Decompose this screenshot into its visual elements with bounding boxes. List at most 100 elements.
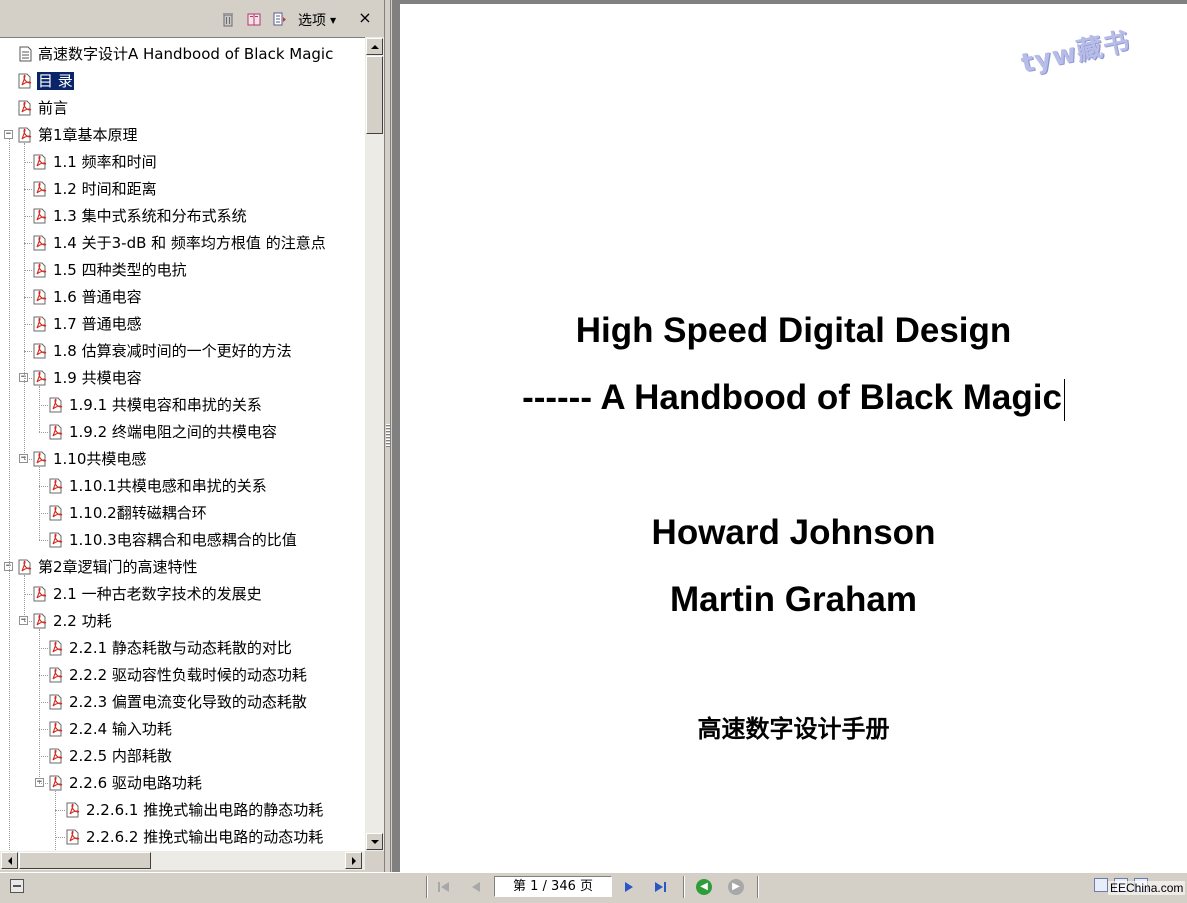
bookmark-item[interactable]: 2.2 功耗 [33, 609, 113, 633]
tree-connector-line [39, 702, 48, 703]
tree-connector-line [24, 189, 32, 190]
tree-connector-line [55, 810, 65, 811]
bookmark-item[interactable]: 第2章逻辑门的高速特性 [18, 555, 199, 579]
bookmark-label: 1.2 时间和距离 [53, 180, 157, 198]
bookmark-item[interactable]: 1.9.2 终端电阻之间的共模电容 [49, 420, 278, 444]
bookmark-label: 1.6 普通电容 [53, 288, 142, 306]
bookmark-item[interactable]: 1.2 时间和距离 [33, 177, 158, 201]
document-icon [19, 46, 32, 62]
bookmark-item[interactable]: 2.2.6.1 推挽式输出电路的静态功耗 [66, 798, 324, 822]
pdf-page[interactable]: tyw藏书 High Speed Digital Design ------ A… [400, 4, 1187, 872]
bookmark-item[interactable]: 2.1 一种古老数字技术的发展史 [33, 582, 263, 606]
bookmark-label: 2.2.3 偏置电流变化导致的动态耗散 [69, 693, 307, 711]
last-page-icon[interactable] [650, 878, 670, 896]
bookmark-item[interactable]: 2.2.6.2 推挽式输出电路的动态功耗 [66, 825, 324, 849]
bookmark-item[interactable]: 目 录 [18, 69, 74, 93]
page-number-field[interactable]: 第 1 / 346 页 [494, 876, 612, 897]
options-label: 选项 [298, 13, 326, 29]
status-bar: 第 1 / 346 页 ◀ ▶ EEChina.com [0, 872, 1187, 903]
bookmark-label: 1.7 普通电感 [53, 315, 142, 333]
options-menu-button[interactable]: 选项 ▼ [298, 10, 336, 30]
pdf-bookmark-icon [49, 424, 63, 440]
bookmark-label: 第2章逻辑门的高速特性 [38, 558, 198, 576]
pdf-bookmark-icon [33, 154, 47, 170]
tree-connector-line [24, 216, 32, 217]
expand-bookmark-icon[interactable] [273, 12, 287, 27]
single-page-icon[interactable] [1094, 878, 1108, 892]
tree-connector-line [24, 621, 32, 622]
scroll-left-button[interactable] [1, 852, 18, 869]
bookmark-item[interactable]: 2.2.5 内部耗散 [49, 744, 173, 768]
bookmark-label: 1.8 估算衰减时间的一个更好的方法 [53, 342, 292, 360]
back-arrow-icon[interactable]: ◀ [696, 879, 712, 895]
site-watermark: EEChina.com [1108, 881, 1186, 895]
document-view[interactable]: tyw藏书 High Speed Digital Design ------ A… [392, 0, 1187, 872]
pdf-bookmark-icon [49, 532, 63, 548]
bookmarks-panel: 选项 ▼ × 高速数字设计A Handbood of Black Magic 目 … [0, 0, 385, 872]
scroll-right-button[interactable] [345, 852, 362, 869]
bookmark-item[interactable]: 1.10.2翻转磁耦合环 [49, 501, 208, 525]
pdf-bookmark-icon [33, 451, 47, 467]
panel-splitter[interactable] [385, 0, 391, 872]
bookmark-item[interactable]: 前言 [18, 96, 69, 120]
bookmark-label: 2.2.6 驱动电路功耗 [69, 774, 202, 792]
bookmark-label: 第1章基本原理 [38, 126, 138, 144]
bookmark-item[interactable]: 1.8 估算衰减时间的一个更好的方法 [33, 339, 293, 363]
tree-connector-line [24, 143, 25, 459]
bookmark-label: 1.1 频率和时间 [53, 153, 157, 171]
next-page-icon[interactable] [619, 878, 639, 896]
forward-arrow-icon[interactable]: ▶ [728, 879, 744, 895]
bookmark-item[interactable]: 第1章基本原理 [18, 123, 139, 147]
pdf-bookmark-icon [66, 802, 80, 818]
bookmark-item[interactable]: 1.4 关于3-dB 和 频率均方根值 的注意点 [33, 231, 327, 255]
tree-connector-line [24, 162, 32, 163]
first-page-icon[interactable] [434, 878, 454, 896]
document-subtitle: ------ A Handbood of Black Magic [400, 378, 1187, 421]
bookmark-item[interactable]: 2.2.2 驱动容性负载时候的动态功耗 [49, 663, 308, 687]
horizontal-scroll-thumb[interactable] [19, 852, 151, 869]
pdf-bookmark-icon [18, 127, 32, 143]
pdf-bookmark-icon [33, 208, 47, 224]
bookmark-item[interactable]: 1.10.3电容耦合和电感耦合的比值 [49, 528, 298, 552]
bookmark-item[interactable]: 1.9.1 共模电容和串扰的关系 [49, 393, 263, 417]
vertical-scrollbar[interactable] [365, 37, 384, 851]
bookmark-item[interactable]: 1.3 集中式系统和分布式系统 [33, 204, 248, 228]
horizontal-scrollbar[interactable] [0, 851, 365, 870]
bookmark-item[interactable]: 1.10.1共模电感和串扰的关系 [49, 474, 268, 498]
bookmark-item[interactable]: 1.9 共模电容 [33, 366, 143, 390]
bookmark-item[interactable]: 1.10共模电感 [33, 447, 147, 471]
bookmark-item[interactable]: 高速数字设计A Handbood of Black Magic [18, 42, 334, 66]
bookmark-item[interactable]: 1.1 频率和时间 [33, 150, 158, 174]
tree-connector-line [39, 729, 48, 730]
previous-page-icon[interactable] [466, 878, 486, 896]
bookmark-item[interactable]: 1.7 普通电感 [33, 312, 143, 336]
pdf-bookmark-icon [49, 478, 63, 494]
pdf-bookmark-icon [33, 613, 47, 629]
pdf-bookmark-icon [18, 559, 32, 575]
tree-connector-line [24, 378, 32, 379]
bookmark-item[interactable]: 2.2.4 输入功耗 [49, 717, 173, 741]
bookmark-item[interactable]: 2.2.1 静态耗散与动态耗散的对比 [49, 636, 293, 660]
bookmark-item[interactable]: 2.2.3 偏置电流变化导致的动态耗散 [49, 690, 308, 714]
bookmark-label: 目 录 [37, 72, 74, 90]
pdf-bookmark-icon [49, 667, 63, 683]
watermark-logo: tyw藏书 [1018, 26, 1133, 80]
vertical-scroll-thumb[interactable] [366, 56, 383, 134]
collapse-toggle-icon[interactable]: − [4, 130, 13, 139]
pdf-bookmark-icon [33, 343, 47, 359]
toggle-panel-icon[interactable] [10, 879, 24, 893]
bookmark-item[interactable]: 1.6 普通电容 [33, 285, 143, 309]
tree-connector-line [24, 594, 32, 595]
tree-connector-line [39, 386, 40, 432]
bookmark-item[interactable]: 1.5 四种类型的电抗 [33, 258, 188, 282]
tree-connector-line [39, 405, 48, 406]
scroll-down-button[interactable] [366, 833, 383, 850]
new-bookmark-icon[interactable] [247, 12, 261, 27]
toolbar-separator [757, 876, 759, 898]
pdf-bookmark-icon [33, 235, 47, 251]
scroll-up-button[interactable] [366, 38, 383, 55]
bookmark-item[interactable]: 2.2.6 驱动电路功耗 [49, 771, 203, 795]
tree-connector-line [24, 351, 32, 352]
delete-bookmark-icon[interactable] [221, 12, 235, 27]
close-panel-button[interactable]: × [356, 8, 374, 28]
